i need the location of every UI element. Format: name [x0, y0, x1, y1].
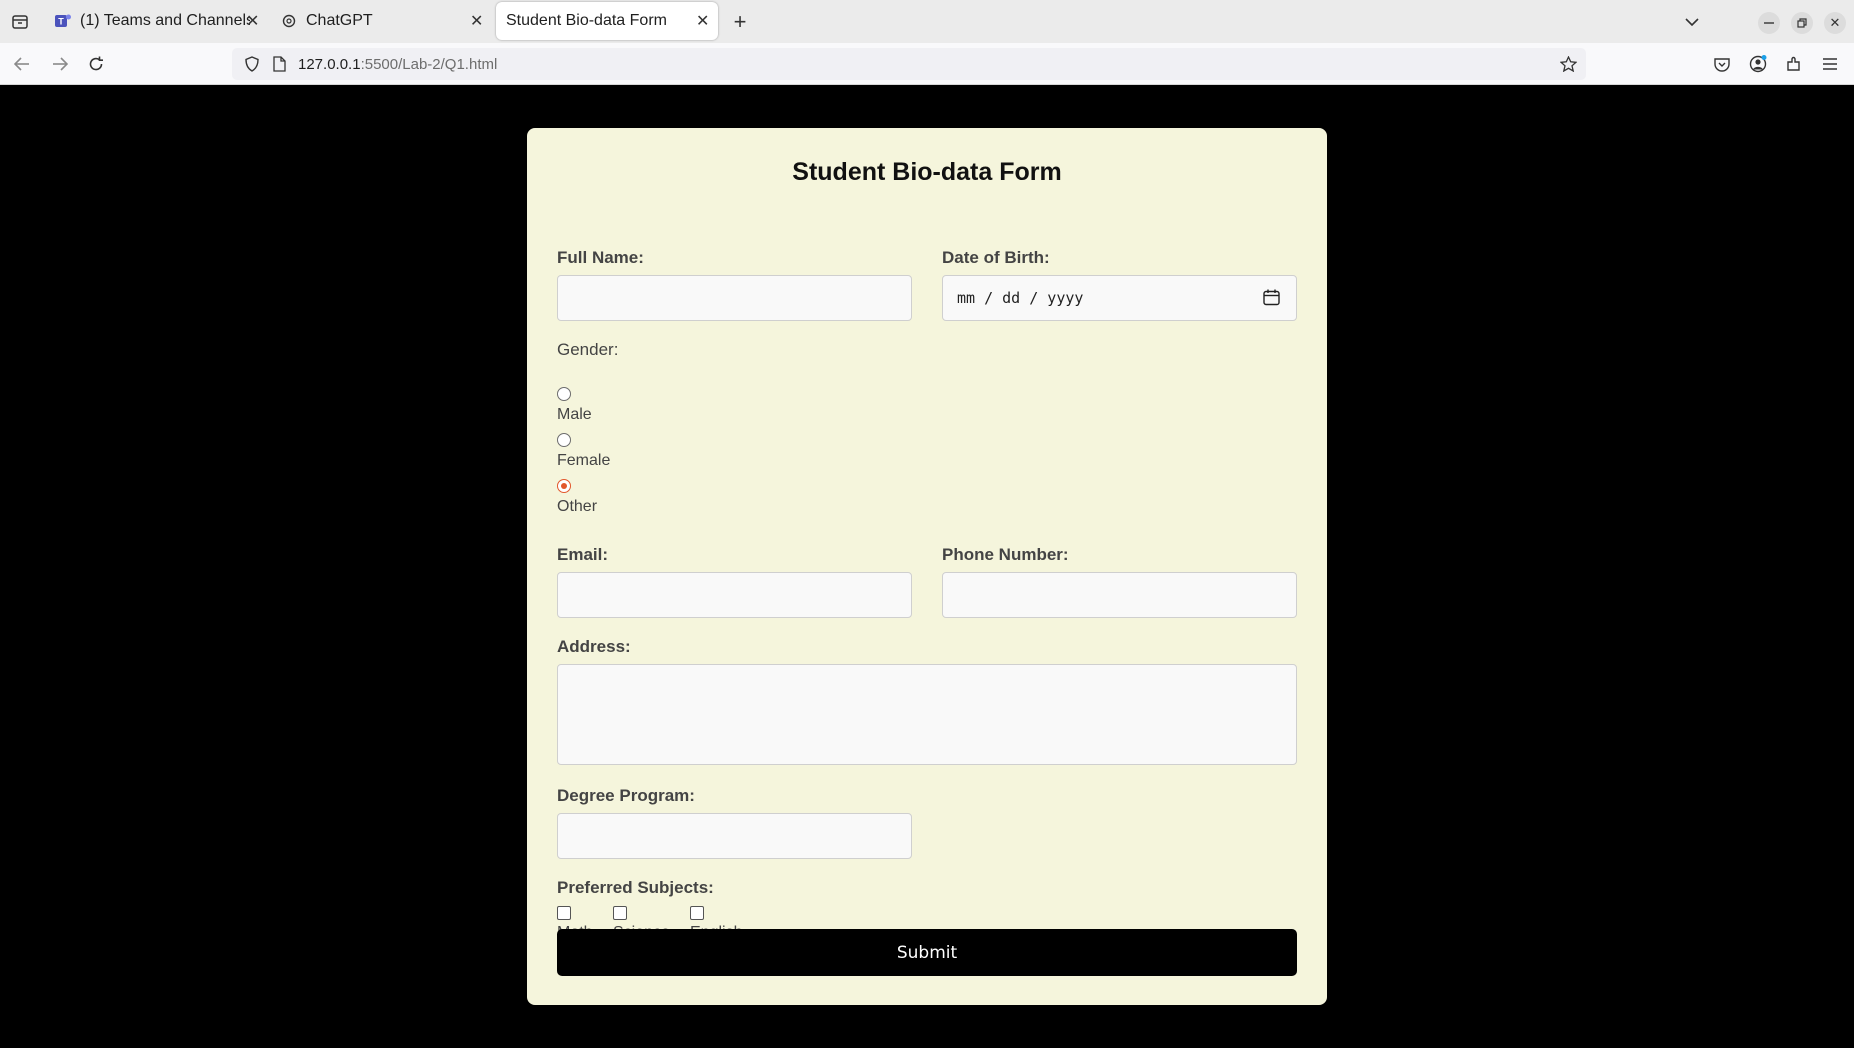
minimize-icon[interactable] — [1758, 12, 1780, 34]
close-icon[interactable]: ✕ — [696, 11, 709, 31]
address-textarea[interactable] — [557, 664, 1297, 765]
full-name-label: Full Name: — [557, 248, 644, 267]
back-arrow-icon[interactable] — [10, 52, 34, 76]
gender-option-label: Female — [557, 452, 611, 469]
tab-title: ChatGPT — [306, 12, 373, 29]
tab-student-form[interactable]: Student Bio-data Form ✕ — [496, 2, 718, 40]
form-title: Student Bio-data Form — [792, 158, 1062, 186]
email-input[interactable] — [557, 572, 912, 618]
bio-data-form: Student Bio-data Form Full Name: Date of… — [527, 128, 1327, 1005]
svg-text:T: T — [58, 17, 64, 27]
phone-label: Phone Number: — [942, 545, 1069, 564]
tab-teams[interactable]: T (1) Teams and Channels | ✕ — [46, 2, 262, 40]
address-bar[interactable]: 127.0.0.1:5500/Lab-2/Q1.html — [232, 48, 1586, 80]
phone-input[interactable] — [942, 572, 1297, 618]
bookmark-star-icon[interactable] — [1558, 54, 1578, 74]
pocket-icon[interactable] — [1710, 52, 1734, 76]
window-close-icon[interactable]: ✕ — [1824, 12, 1846, 34]
tab-overview-icon[interactable] — [8, 10, 32, 34]
menu-icon[interactable] — [1818, 52, 1842, 76]
dob-input[interactable]: mm / dd / yyyy — [942, 275, 1297, 321]
restore-icon[interactable] — [1791, 12, 1813, 34]
gender-option-label: Other — [557, 498, 598, 515]
subject-checkbox-english[interactable] — [690, 906, 704, 920]
gender-radio-male[interactable] — [557, 387, 571, 401]
gender-label: Gender: — [557, 340, 619, 359]
dob-label: Date of Birth: — [942, 248, 1050, 267]
full-name-input[interactable] — [557, 275, 912, 321]
page-info-icon[interactable] — [266, 54, 292, 74]
subject-checkbox-science[interactable] — [613, 906, 627, 920]
page-viewport: Student Bio-data Form Full Name: Date of… — [0, 86, 1854, 1048]
reload-icon[interactable] — [84, 52, 108, 76]
gender-radio-female[interactable] — [557, 433, 571, 447]
close-icon[interactable]: ✕ — [470, 11, 483, 31]
address-label: Address: — [557, 637, 631, 656]
dob-placeholder: mm / dd / yyyy — [957, 289, 1084, 307]
degree-input[interactable] — [557, 813, 912, 859]
extensions-icon[interactable] — [1782, 52, 1806, 76]
gender-radio-other[interactable] — [557, 479, 571, 493]
submit-button[interactable]: Submit — [557, 929, 1297, 976]
tab-title: (1) Teams and Channels | — [80, 12, 250, 29]
tab-title: Student Bio-data Form — [506, 12, 667, 29]
url-path: :5500/Lab-2/Q1.html — [360, 55, 498, 73]
gender-option-label: Male — [557, 406, 592, 423]
forward-arrow-icon[interactable] — [48, 52, 72, 76]
degree-label: Degree Program: — [557, 786, 695, 805]
shield-icon[interactable] — [238, 54, 266, 74]
chatgpt-icon — [280, 12, 298, 30]
subjects-label: Preferred Subjects: — [557, 878, 714, 897]
tab-chatgpt[interactable]: ChatGPT ✕ — [272, 2, 488, 40]
new-tab-icon[interactable]: + — [728, 9, 752, 34]
url-host: 127.0.0.1 — [298, 55, 361, 73]
close-icon[interactable]: ✕ — [246, 11, 259, 31]
subject-checkbox-math[interactable] — [557, 906, 571, 920]
browser-tab-bar: T (1) Teams and Channels | ✕ ChatGPT ✕ S… — [0, 0, 1854, 43]
calendar-icon[interactable] — [1263, 289, 1280, 310]
email-label: Email: — [557, 545, 609, 564]
url-text[interactable]: 127.0.0.1:5500/Lab-2/Q1.html — [298, 56, 497, 73]
account-icon[interactable] — [1746, 52, 1770, 76]
browser-nav-bar: 127.0.0.1:5500/Lab-2/Q1.html — [0, 43, 1854, 85]
chevron-down-icon[interactable] — [1680, 10, 1704, 34]
teams-icon: T — [54, 12, 72, 30]
